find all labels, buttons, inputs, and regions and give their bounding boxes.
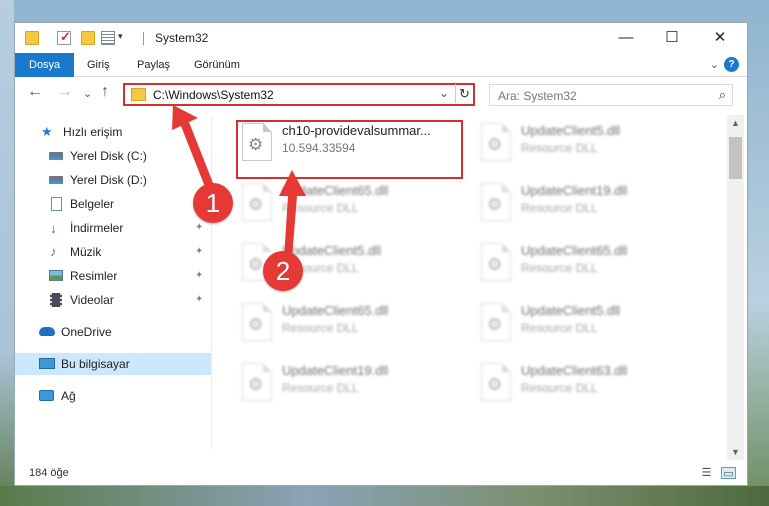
arrow-1 <box>172 105 215 192</box>
annotation-arrows <box>172 105 306 258</box>
callout-1: 1 <box>193 183 233 223</box>
callout-2: 2 <box>263 251 303 291</box>
arrow-2 <box>279 170 306 258</box>
